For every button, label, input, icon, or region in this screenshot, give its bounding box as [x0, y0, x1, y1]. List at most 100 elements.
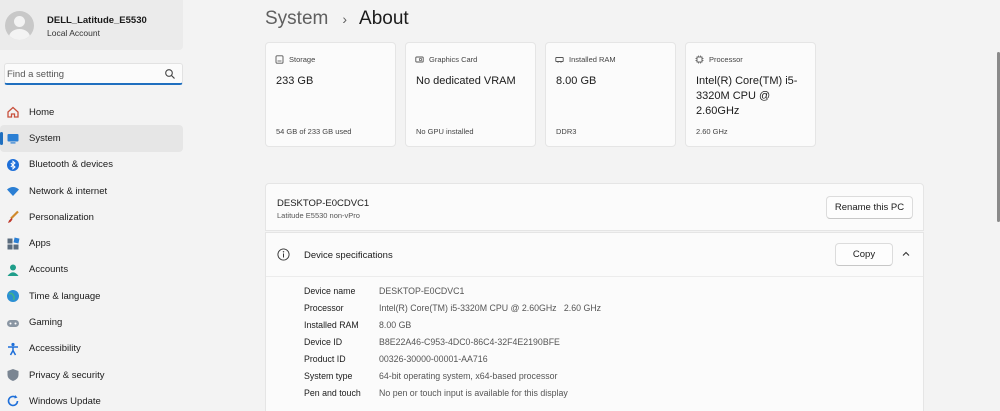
card-foot: DDR3: [556, 127, 577, 136]
card-foot: 2.60 GHz: [696, 127, 728, 136]
avatar: [5, 11, 34, 40]
ram-card[interactable]: Installed RAM 8.00 GB DDR3: [545, 42, 676, 147]
accounts-icon: [6, 263, 20, 277]
nav-label: Time & language: [29, 290, 101, 302]
graphics-card-icon: [415, 56, 424, 63]
nav-label: Gaming: [29, 317, 63, 329]
nav-item-home[interactable]: Home: [0, 99, 183, 125]
storage-card[interactable]: Storage 233 GB 54 GB of 233 GB used: [265, 42, 396, 147]
shield-icon: [6, 368, 20, 382]
apps-icon: [6, 237, 20, 251]
graphics-card-card[interactable]: Graphics Card No dedicated VRAM No GPU i…: [405, 42, 536, 147]
info-icon: [277, 248, 290, 261]
nav-label: Apps: [29, 238, 51, 250]
card-value: Intel(R) Core(TM) i5-3320M CPU @ 2.60GHz: [696, 75, 798, 117]
nav-item-apps[interactable]: Apps: [0, 230, 183, 256]
rename-pc-button[interactable]: Rename this PC: [826, 196, 913, 219]
device-specifications-header[interactable]: Device specifications Copy: [266, 233, 923, 277]
bluetooth-icon: [6, 158, 20, 172]
nav-label: Accessibility: [29, 343, 81, 355]
spec-value: B8E22A46-C953-4DC0-86C4-32F4E2190BFE: [379, 337, 560, 348]
card-value: 233 GB: [276, 75, 314, 87]
spec-row: System type 64-bit operating system, x64…: [304, 367, 601, 384]
gamepad-icon: [6, 316, 20, 330]
globe-icon: [6, 289, 20, 303]
nav-item-system[interactable]: System: [0, 125, 183, 152]
card-foot: No GPU installed: [416, 127, 474, 136]
nav-item-windows-update[interactable]: Windows Update: [0, 388, 183, 411]
spec-row: Installed RAM 8.00 GB: [304, 317, 601, 334]
spec-key: Device ID: [304, 337, 343, 348]
user-name: DELL_Latitude_E5530: [47, 15, 147, 26]
accessibility-icon: [6, 342, 20, 356]
nav-item-time-language[interactable]: Time & language: [0, 283, 183, 309]
pc-name-card: DESKTOP-E0CDVC1 Latitude E5530 non-vPro …: [265, 183, 924, 231]
nav-list: Home System Bluetooth & devices Network …: [0, 99, 183, 411]
spec-key: Processor: [304, 303, 344, 314]
nav-item-accounts[interactable]: Accounts: [0, 257, 183, 283]
nav-label: Privacy & security: [29, 369, 105, 381]
search-input[interactable]: [7, 66, 162, 82]
spec-row: Pen and touch No pen or touch input is a…: [304, 384, 601, 401]
nav-label: Windows Update: [29, 395, 101, 407]
breadcrumb: System › About: [265, 8, 409, 30]
card-title: Storage: [289, 55, 316, 64]
nav-label: Home: [29, 106, 55, 118]
spec-value: 64-bit operating system, x64-based proce…: [379, 370, 558, 381]
pc-model: Latitude E5530 non-vPro: [277, 211, 360, 220]
nav-label: Network & internet: [29, 185, 108, 197]
spec-key: Product ID: [304, 354, 346, 364]
system-icon: [6, 131, 20, 145]
nav-item-bluetooth[interactable]: Bluetooth & devices: [0, 152, 183, 178]
ram-icon: [555, 57, 564, 63]
nav-item-gaming[interactable]: Gaming: [0, 309, 183, 335]
breadcrumb-parent[interactable]: System: [265, 8, 328, 30]
card-title: Graphics Card: [429, 55, 478, 64]
storage-icon: [275, 55, 284, 64]
card-foot: 54 GB of 233 GB used: [276, 127, 352, 136]
brush-icon: [6, 210, 20, 224]
user-card[interactable]: DELL_Latitude_E5530 Local Account: [0, 0, 183, 50]
search-box[interactable]: [4, 63, 183, 85]
chevron-up-icon[interactable]: [901, 249, 911, 259]
home-icon: [6, 105, 20, 119]
nav-item-personalization[interactable]: Personalization: [0, 204, 183, 230]
card-value: 8.00 GB: [556, 75, 597, 87]
nav-item-network[interactable]: Network & internet: [0, 178, 183, 204]
spec-rows: Device name DESKTOP-E0CDVC1 Processor In…: [304, 283, 601, 401]
spec-row: Device ID B8E22A46-C953-4DC0-86C4-32F4E2…: [304, 334, 601, 351]
wifi-icon: [6, 184, 20, 198]
spec-row: Product ID 00326-30000-00001-AA716: [304, 351, 601, 368]
search-icon[interactable]: [164, 68, 176, 80]
copy-button[interactable]: Copy: [835, 243, 893, 266]
card-title: Installed RAM: [569, 55, 616, 64]
card-value: No dedicated VRAM: [416, 75, 516, 87]
spec-key: Installed RAM: [304, 320, 359, 331]
nav-item-privacy-security[interactable]: Privacy & security: [0, 362, 183, 388]
device-specifications-panel: Device specifications Copy Device name D…: [265, 232, 924, 411]
spec-key: Pen and touch: [304, 387, 361, 398]
spec-value: Intel(R) Core(TM) i5-3320M CPU @ 2.60GHz…: [379, 303, 602, 314]
spec-value: DESKTOP-E0CDVC1: [379, 286, 465, 297]
user-account-type: Local Account: [47, 28, 100, 38]
update-icon: [6, 394, 20, 408]
spec-value: No pen or touch input is available for t…: [379, 387, 568, 398]
pc-name: DESKTOP-E0CDVC1: [277, 198, 370, 209]
spec-key: System type: [304, 370, 353, 381]
processor-card[interactable]: Processor Intel(R) Core(TM) i5-3320M CPU…: [685, 42, 816, 147]
spec-row: Processor Intel(R) Core(TM) i5-3320M CPU…: [304, 300, 601, 317]
page-title: About: [359, 8, 409, 29]
nav-label: Personalization: [29, 211, 94, 223]
device-specifications-title: Device specifications: [304, 250, 393, 261]
processor-icon: [695, 55, 704, 64]
spec-value: 8.00 GB: [379, 320, 412, 331]
breadcrumb-separator: ›: [342, 11, 348, 27]
sidebar: DELL_Latitude_E5530 Local Account Home S…: [0, 0, 190, 411]
spec-row: Device name DESKTOP-E0CDVC1: [304, 283, 601, 300]
nav-label: Bluetooth & devices: [29, 159, 113, 171]
card-title: Processor: [709, 55, 743, 64]
nav-label: System: [29, 132, 61, 144]
spec-key: Device name: [304, 286, 356, 297]
nav-item-accessibility[interactable]: Accessibility: [0, 336, 183, 362]
main-content: System › About Storage 233 GB 54 GB of 2…: [190, 0, 1000, 411]
